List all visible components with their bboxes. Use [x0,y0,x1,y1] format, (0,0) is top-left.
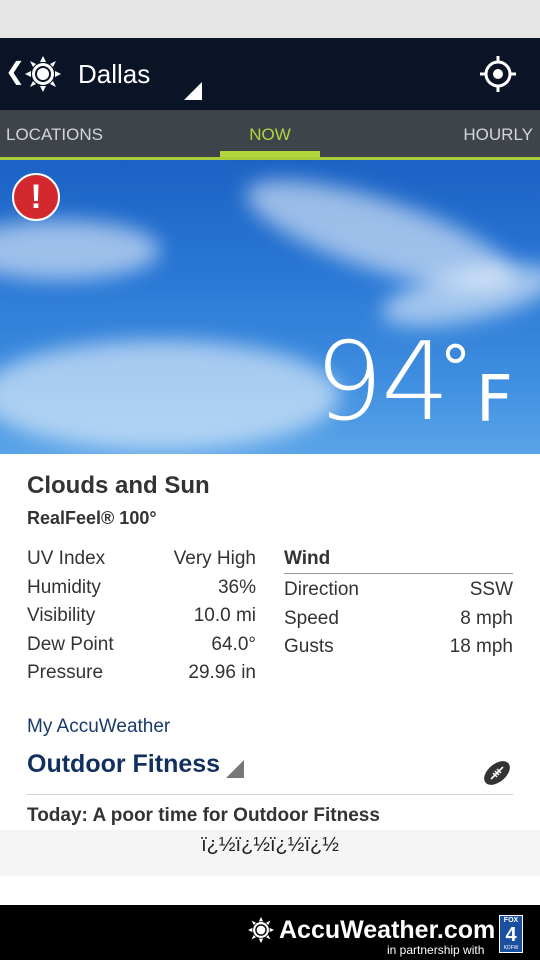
current-conditions: Clouds and Sun RealFeel® 100° UV Index V… [0,454,540,830]
city-dropdown-icon[interactable] [184,82,202,100]
stat-label: Humidity [27,576,101,598]
stat-value: 64.0° [211,633,256,655]
realfeel-text: RealFeel® 100° [27,508,157,528]
wind-panel: Wind Direction SSW Speed 8 mph Gusts 18 … [284,546,513,660]
stat-row-pressure: Pressure 29.96 in [27,660,256,689]
encoding-text-area: ï¿½ï¿½ï¿½ï¿½ [0,830,540,876]
temperature-value: 94 [314,320,450,445]
wind-label: Speed [284,607,339,629]
stat-label: UV Index [27,548,106,569]
back-chevron-icon[interactable]: ❮ [5,60,25,84]
temperature-degree-symbol: ° [440,332,471,405]
brand-name: AccuWeather.com [279,916,496,944]
tab-hourly[interactable]: HOURLY [463,125,533,145]
condition-text: Clouds and Sun [27,472,210,499]
stat-row-uv-index: UV Index Very High [27,546,256,575]
status-bar [0,0,540,38]
footer-banner[interactable]: AccuWeather.com in partnership with FOX … [0,905,540,960]
cloud-shape [0,220,160,280]
stat-row-visibility: Visibility 10.0 mi [27,603,256,632]
stat-row-humidity: Humidity 36% [27,575,256,604]
partner-text: in partnership with [387,943,485,957]
city-name[interactable]: Dallas [78,59,150,89]
stat-label: Dew Point [27,633,114,655]
wind-label: Direction [284,579,359,600]
garbled-text: ï¿½ï¿½ï¿½ï¿½ [201,834,339,856]
weather-alert-icon[interactable]: ! [12,173,60,221]
football-icon[interactable] [481,757,513,789]
wind-label: Gusts [284,636,334,657]
my-accuweather-heading: My AccuWeather [27,716,171,737]
stats-list: UV Index Very High Humidity 36% Visibili… [27,546,256,689]
activity-dropdown-icon[interactable] [226,760,244,778]
wind-row-direction: Direction SSW [284,574,513,603]
fox-logo-bottom: KDFW [503,945,519,951]
stat-value: 10.0 mi [193,605,256,626]
fox-logo-number: 4 [505,924,517,946]
tab-now[interactable]: NOW [220,125,320,145]
sky-hero: ! 94 ° F [0,160,540,454]
active-tab-indicator [220,151,320,157]
wind-row-speed: Speed 8 mph [284,603,513,632]
tab-bar: LOCATIONS NOW HOURLY [0,110,540,160]
wind-heading: Wind [284,546,513,574]
temperature-unit: F [476,363,513,437]
fitness-forecast-text: Today: A poor time for Outdoor Fitness [27,805,380,826]
stat-row-dew-point: Dew Point 64.0° [27,632,256,661]
sun-icon[interactable] [25,56,61,92]
stat-label: Visibility [27,605,96,626]
cloud-shape [0,340,340,450]
activity-selector[interactable]: Outdoor Fitness [27,750,220,779]
stat-label: Pressure [27,662,104,683]
stat-value: 36% [217,576,256,598]
accuweather-sun-logo-icon [248,917,274,943]
fox4-logo: FOX 4 KDFW [499,915,523,953]
app-bar: ❮ Dallas [0,38,540,110]
stat-value: Very High [173,548,256,569]
wind-value: SSW [469,579,513,600]
tab-locations[interactable]: LOCATIONS [6,125,103,145]
wind-value: 8 mph [460,607,513,629]
wind-row-gusts: Gusts 18 mph [284,631,513,660]
stat-value: 29.96 in [188,662,256,683]
wind-value: 18 mph [449,636,513,657]
crosshair-icon[interactable] [480,56,516,92]
section-divider [27,794,513,795]
